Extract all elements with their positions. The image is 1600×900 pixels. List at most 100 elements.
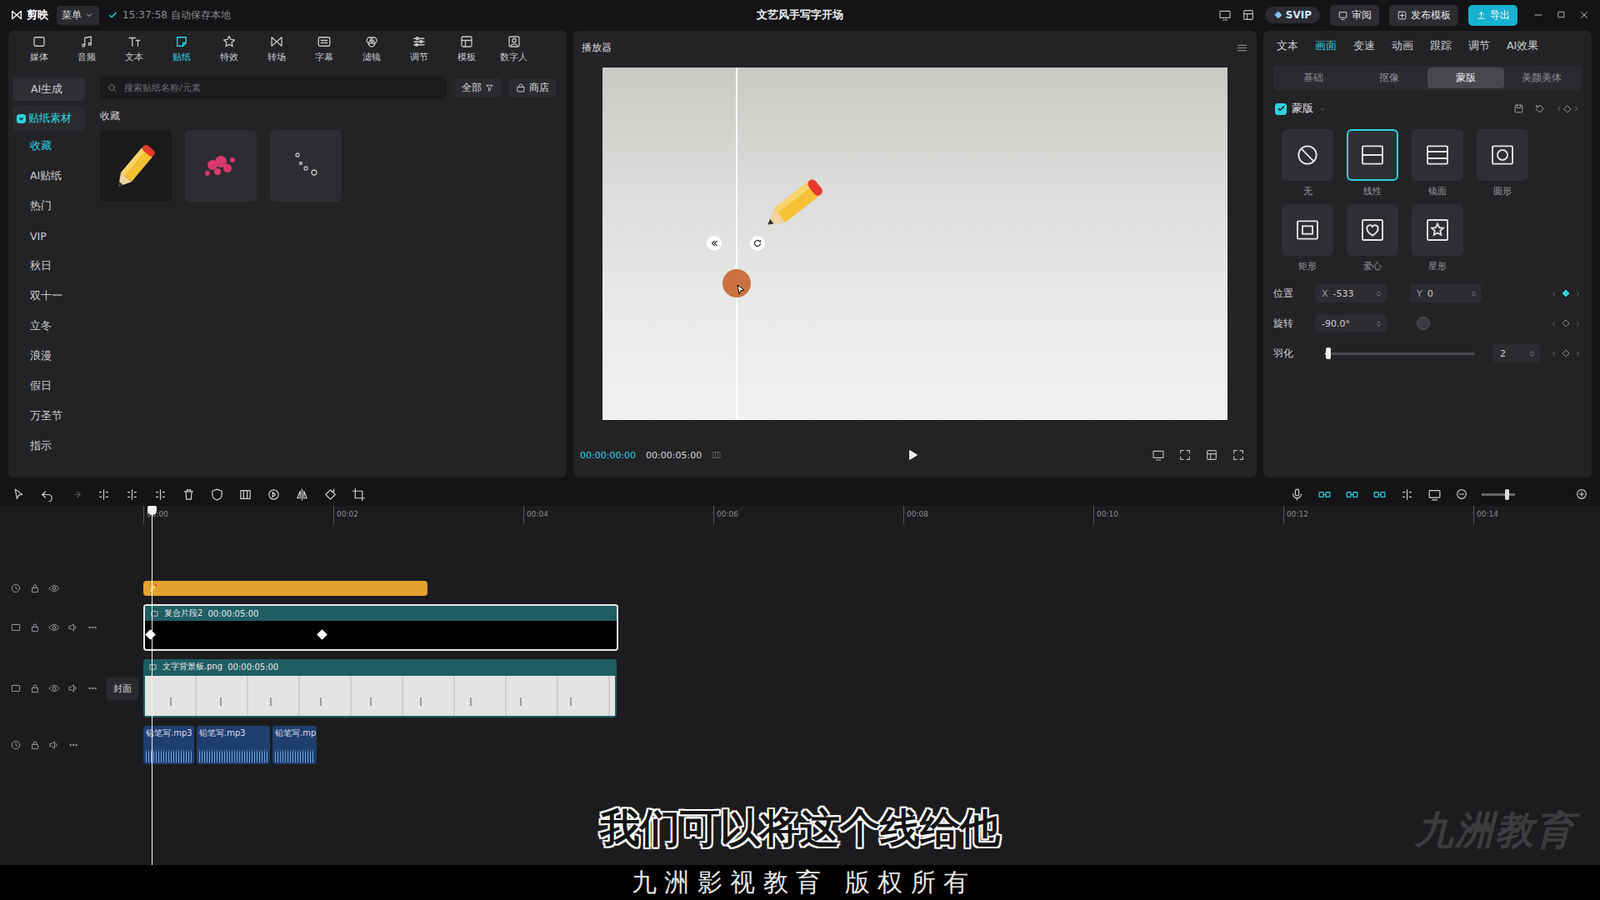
cursor-highlight bbox=[722, 269, 751, 298]
asset-tab[interactable]: 特效 bbox=[205, 34, 253, 70]
sidebar-item[interactable]: 浪漫 bbox=[13, 340, 85, 371]
menu-button[interactable]: 菜单 bbox=[56, 5, 100, 25]
icon-shape bbox=[1459, 493, 1464, 495]
shield-tool-icon bbox=[210, 487, 225, 502]
mask-shape-label: 无 bbox=[1303, 185, 1313, 198]
mask-shape-tile[interactable] bbox=[1411, 204, 1464, 256]
asset-tab[interactable]: 数字人 bbox=[490, 34, 538, 70]
icon-shape bbox=[1180, 450, 1190, 460]
image-clip[interactable]: 文字背景板.png00:00:05:00 bbox=[143, 659, 617, 718]
asset-tab[interactable]: 文本 bbox=[110, 34, 158, 70]
inspector-tab[interactable]: 画面 bbox=[1315, 39, 1337, 58]
rotation-input[interactable]: -90.0° bbox=[1315, 314, 1387, 333]
icon-shape bbox=[1527, 349, 1537, 359]
sidebar-item[interactable]: 万圣节 bbox=[13, 400, 85, 431]
icon-shape bbox=[181, 487, 196, 502]
mask-shape-tile[interactable] bbox=[1281, 204, 1334, 256]
rotation-row: 旋转-90.0° bbox=[1271, 314, 1584, 333]
icon-shape bbox=[1560, 348, 1571, 359]
icon-shape bbox=[1577, 490, 1587, 500]
sidebar-item[interactable]: 收藏 bbox=[13, 130, 85, 161]
inspector-subtab[interactable]: 美颜美体 bbox=[1504, 67, 1581, 89]
sidebar-item[interactable]: 假日 bbox=[13, 370, 85, 401]
sidebar-item[interactable]: 立冬 bbox=[13, 310, 85, 341]
inspector-subtab[interactable]: 蒙版 bbox=[1427, 67, 1505, 89]
icon-shape bbox=[1532, 9, 1545, 21]
mask-shape: 爱心 bbox=[1346, 204, 1399, 273]
topbar-button[interactable]: 导出 bbox=[1468, 5, 1518, 26]
ruler-tick: 00:08 bbox=[903, 505, 1094, 525]
asset-tab[interactable]: 贴纸 bbox=[157, 34, 205, 70]
sidebar-item[interactable]: 贴纸素材 bbox=[13, 105, 85, 131]
feather-slider[interactable] bbox=[1325, 347, 1475, 360]
asset-tab[interactable]: 字幕 bbox=[300, 34, 348, 70]
search-input[interactable] bbox=[122, 81, 440, 95]
x-input[interactable]: X-533 bbox=[1315, 284, 1387, 303]
inspector-tab[interactable]: 文本 bbox=[1276, 39, 1299, 58]
sticker-thumbnail[interactable] bbox=[270, 130, 342, 202]
icon-shape bbox=[79, 34, 95, 50]
inspector-tab[interactable]: 变速 bbox=[1353, 39, 1375, 58]
keyframe-control[interactable] bbox=[1550, 288, 1582, 299]
playhead[interactable] bbox=[151, 505, 153, 900]
sidebar-item[interactable]: 秋日 bbox=[13, 250, 85, 281]
mask-shape-tile[interactable] bbox=[1346, 129, 1399, 181]
icon-shape bbox=[1489, 141, 1516, 169]
mask-shape-tile[interactable] bbox=[1281, 129, 1334, 181]
keyframe-control[interactable] bbox=[1550, 318, 1582, 329]
icon-shape bbox=[212, 489, 222, 500]
asset-tab[interactable]: 模板 bbox=[442, 34, 490, 70]
icon-shape bbox=[311, 170, 317, 175]
cover-button[interactable]: 封面 bbox=[106, 677, 139, 700]
sidebar-item[interactable]: 指示 bbox=[13, 430, 85, 461]
sticker-thumbnail[interactable] bbox=[100, 130, 172, 202]
icon-shape bbox=[1564, 105, 1571, 113]
ruler-label: 00:10 bbox=[1096, 510, 1119, 519]
sticker-thumbnail[interactable] bbox=[185, 130, 257, 202]
icon-shape bbox=[1318, 105, 1327, 114]
inspector-tab[interactable]: AI效果 bbox=[1506, 39, 1539, 58]
y-input[interactable]: Y0 bbox=[1410, 284, 1482, 303]
keyframe-control[interactable] bbox=[1550, 348, 1582, 359]
mask-checkbox[interactable] bbox=[1275, 103, 1287, 115]
keyframe-icon bbox=[1560, 288, 1571, 299]
sidebar-item[interactable]: AI生成 bbox=[13, 77, 85, 101]
store-button[interactable]: 商店 bbox=[509, 78, 556, 98]
inspector-subtab[interactable]: 抠像 bbox=[1351, 67, 1429, 89]
audio-clip[interactable]: 铅笔写.mp3 bbox=[196, 725, 270, 765]
sidebar-item[interactable]: 热门 bbox=[13, 190, 85, 221]
icon-shape bbox=[89, 687, 91, 690]
sidebar-item[interactable]: VIP bbox=[13, 220, 85, 251]
play-button[interactable] bbox=[905, 448, 920, 462]
compound-clip[interactable]: 复合片段200:00:05:00 bbox=[143, 604, 619, 651]
mask-shape-tile[interactable] bbox=[1346, 204, 1399, 256]
topbar-button[interactable]: 发布模板 bbox=[1389, 5, 1459, 26]
icon-shape bbox=[1550, 290, 1558, 298]
rotation-dial[interactable] bbox=[1416, 316, 1430, 330]
topbar-button[interactable]: 审阅 bbox=[1330, 5, 1380, 26]
asset-tab[interactable]: 滤镜 bbox=[347, 34, 395, 70]
inspector-subtab[interactable]: 基础 bbox=[1275, 67, 1352, 89]
svip-badge[interactable]: SVIP bbox=[1265, 6, 1320, 24]
mask-shape-tile[interactable] bbox=[1476, 129, 1529, 181]
feather-input[interactable]: 2 bbox=[1493, 344, 1540, 363]
sidebar-item[interactable]: AI贴纸 bbox=[13, 160, 85, 191]
inspector-tab[interactable]: 跟踪 bbox=[1430, 39, 1452, 58]
icon-shape bbox=[214, 168, 221, 175]
icon-shape bbox=[1555, 9, 1567, 20]
asset-tab[interactable]: 媒体 bbox=[15, 34, 63, 70]
inspector-tab[interactable]: 调节 bbox=[1468, 39, 1490, 58]
zoom-slider[interactable] bbox=[1481, 493, 1515, 496]
clock-icon bbox=[10, 582, 22, 595]
sticker-clip[interactable] bbox=[143, 580, 428, 596]
icon-shape bbox=[140, 143, 156, 158]
sidebar-item[interactable]: 双十一 bbox=[13, 280, 85, 311]
audio-clip[interactable]: 铅笔写.mp3 bbox=[272, 725, 317, 765]
filter-button[interactable]: 全部 bbox=[455, 78, 501, 98]
asset-tab[interactable]: 音频 bbox=[62, 34, 110, 70]
y-value: 0 bbox=[1427, 288, 1465, 300]
mask-shape-tile[interactable] bbox=[1411, 129, 1464, 181]
asset-tab[interactable]: 调节 bbox=[395, 34, 443, 70]
asset-tab[interactable]: 转场 bbox=[252, 34, 300, 70]
inspector-tab[interactable]: 动画 bbox=[1391, 39, 1414, 58]
